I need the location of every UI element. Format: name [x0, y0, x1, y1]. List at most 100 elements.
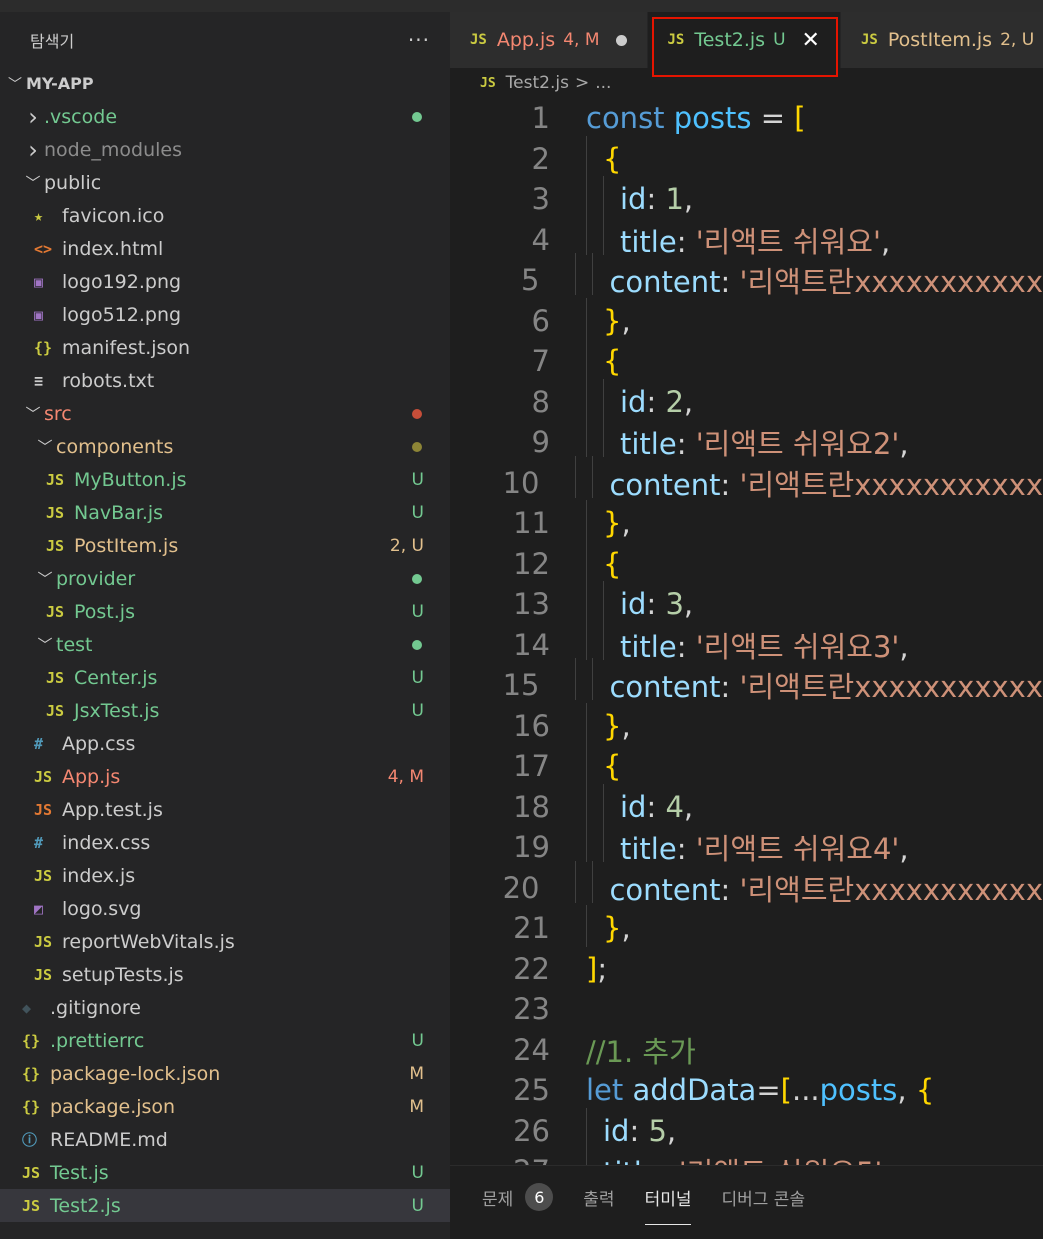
tree-file[interactable]: JS Test2.js U — [0, 1189, 450, 1222]
tree-file[interactable]: {} .prettierrc U — [0, 1024, 450, 1057]
code-token: } — [603, 506, 622, 541]
tree-folder[interactable]: › node_modules — [0, 133, 450, 166]
git-status-dot — [412, 111, 422, 122]
panel-tab-label: 디버그 콘솔 — [721, 1189, 806, 1210]
tree-file[interactable]: ◩ logo.svg — [0, 892, 450, 925]
tree-file[interactable]: JS App.js 4, M — [0, 760, 450, 793]
line-number: 22 — [513, 951, 550, 986]
code-token: : — [720, 670, 740, 705]
tree-file[interactable]: ⓘ README.md — [0, 1123, 450, 1156]
code-line: 2{ — [450, 135, 1043, 180]
line-number: 21 — [513, 911, 550, 946]
code-text: { — [550, 338, 621, 381]
tree-item-label: node_modules — [44, 138, 183, 161]
tree-file[interactable]: JS Center.js U — [0, 661, 450, 694]
tree-file[interactable]: {} package.json M — [0, 1090, 450, 1123]
code-token: , — [899, 832, 909, 867]
code-token: , — [683, 587, 694, 622]
tree-folder[interactable]: ﹀ src — [0, 397, 450, 430]
tree-file[interactable]: JS Post.js U — [0, 595, 450, 628]
tree-folder[interactable]: ﹀ components — [0, 430, 450, 463]
code-text: { — [550, 135, 621, 178]
panel-tabs: 문제 6 출력 터미널 디버그 콘솔 — [450, 1166, 1043, 1228]
tree-file[interactable]: ◆ .gitignore — [0, 991, 450, 1024]
panel-tab[interactable]: 출력 — [583, 1177, 614, 1217]
tree-item-label: setupTests.js — [62, 963, 184, 986]
tree-item-label: logo512.png — [62, 303, 182, 326]
line-number: 5 — [521, 263, 540, 298]
tree-file[interactable]: # App.css — [0, 727, 450, 760]
code-token: title — [603, 1156, 660, 1165]
editor-tab[interactable]: JS App.js 4, M — [450, 12, 648, 68]
line-number: 24 — [513, 1032, 550, 1067]
tree-file[interactable]: JS index.js — [0, 859, 450, 892]
code-text: { — [550, 540, 622, 583]
tree-file[interactable]: {} package-lock.json M — [0, 1057, 450, 1090]
code-token: content — [609, 670, 721, 705]
tree-file[interactable]: JS JsxTest.js U — [0, 694, 450, 727]
tree-item-label: components — [56, 435, 174, 458]
project-root[interactable]: ﹀ MY-APP — [0, 67, 450, 100]
editor-tab[interactable]: JS PostItem.js 2, U — [840, 12, 1043, 68]
tree-file[interactable]: JS MyButton.js U — [0, 463, 450, 496]
editor-tab[interactable]: JS Test2.js U ✕ — [647, 12, 841, 68]
tree-file[interactable]: ▣ logo512.png — [0, 298, 450, 331]
chevron-down-icon: ﹀ — [37, 438, 53, 456]
tree-file[interactable]: JS PostItem.js 2, U — [0, 529, 450, 562]
tab-label: Test2.js — [694, 29, 766, 51]
line-number: 18 — [513, 789, 550, 824]
code-token: , — [882, 1156, 891, 1165]
problems-count-badge: 6 — [525, 1183, 554, 1211]
panel-tab[interactable]: 터미널 — [644, 1177, 691, 1225]
close-icon[interactable]: ✕ — [802, 28, 820, 53]
indent-guide — [575, 860, 577, 903]
tree-file[interactable]: {} manifest.json — [0, 331, 450, 364]
tree-file[interactable]: ▣ logo192.png — [0, 265, 450, 298]
tree-file[interactable]: <> index.html — [0, 232, 450, 265]
breadcrumb-symbol[interactable]: ... — [595, 73, 611, 93]
code-token: { — [603, 749, 622, 784]
code-token: { — [603, 546, 622, 581]
line-number: 3 — [531, 182, 550, 217]
tree-file[interactable]: # index.css — [0, 826, 450, 859]
explorer-title: 탐색기 — [30, 31, 75, 51]
tree-file[interactable]: ≡ robots.txt — [0, 364, 450, 397]
code-text: //1. 추가 — [550, 1029, 696, 1071]
tree-folder[interactable]: › .vscode — [0, 100, 450, 133]
line-number: 10 — [502, 465, 540, 500]
code-token: } — [603, 303, 622, 338]
line-number: 8 — [531, 384, 550, 419]
title-bar — [0, 0, 1043, 12]
code-token: id — [620, 182, 647, 217]
panel-tab[interactable]: 디버그 콘솔 — [721, 1177, 805, 1217]
code-token: : — [720, 467, 740, 502]
tree-item-label: manifest.json — [62, 336, 191, 359]
tree-file[interactable]: JS setupTests.js — [0, 958, 450, 991]
code-line: 12 { — [450, 540, 1043, 585]
tree-file[interactable]: JS NavBar.js U — [0, 496, 450, 529]
tree-file[interactable]: ★ favicon.ico — [0, 199, 450, 232]
breadcrumb-file[interactable]: Test2.js — [506, 73, 569, 93]
tree-folder[interactable]: ﹀ public — [0, 166, 450, 199]
code-token: 3 — [665, 587, 684, 622]
code-line: 17 { — [450, 743, 1043, 787]
tree-folder[interactable]: ﹀ provider — [0, 562, 450, 595]
code-line: 11}, — [450, 500, 1043, 544]
tree-folder[interactable]: ﹀ test — [0, 628, 450, 661]
panel-tab[interactable]: 문제 6 — [482, 1177, 554, 1217]
tree-item-label: MyButton.js — [74, 468, 187, 491]
tree-file[interactable]: JS Test.js U — [0, 1156, 450, 1189]
tree-file[interactable]: JS reportWebVitals.js — [0, 925, 450, 958]
code-token: title — [620, 427, 677, 462]
code-text: title: '리액트 쉬워요2', — [550, 415, 909, 463]
more-actions-icon[interactable]: ··· — [408, 28, 430, 52]
git-status-badge: U — [411, 1162, 424, 1183]
tree-file[interactable]: JS App.test.js — [0, 793, 450, 826]
chevron-down-icon: ﹀ — [25, 174, 41, 192]
code-token: ] — [586, 951, 598, 986]
file-type-icon: ▣ — [34, 272, 44, 291]
code-editor[interactable]: 1 const posts = [2{3 id: 1, 4 title: '리액트 쉬워… — [450, 98, 1043, 1165]
breadcrumb: JS Test2.js > ... — [450, 68, 1043, 98]
git-status-badge: U — [411, 1030, 424, 1051]
line-number: 26 — [513, 1113, 550, 1148]
